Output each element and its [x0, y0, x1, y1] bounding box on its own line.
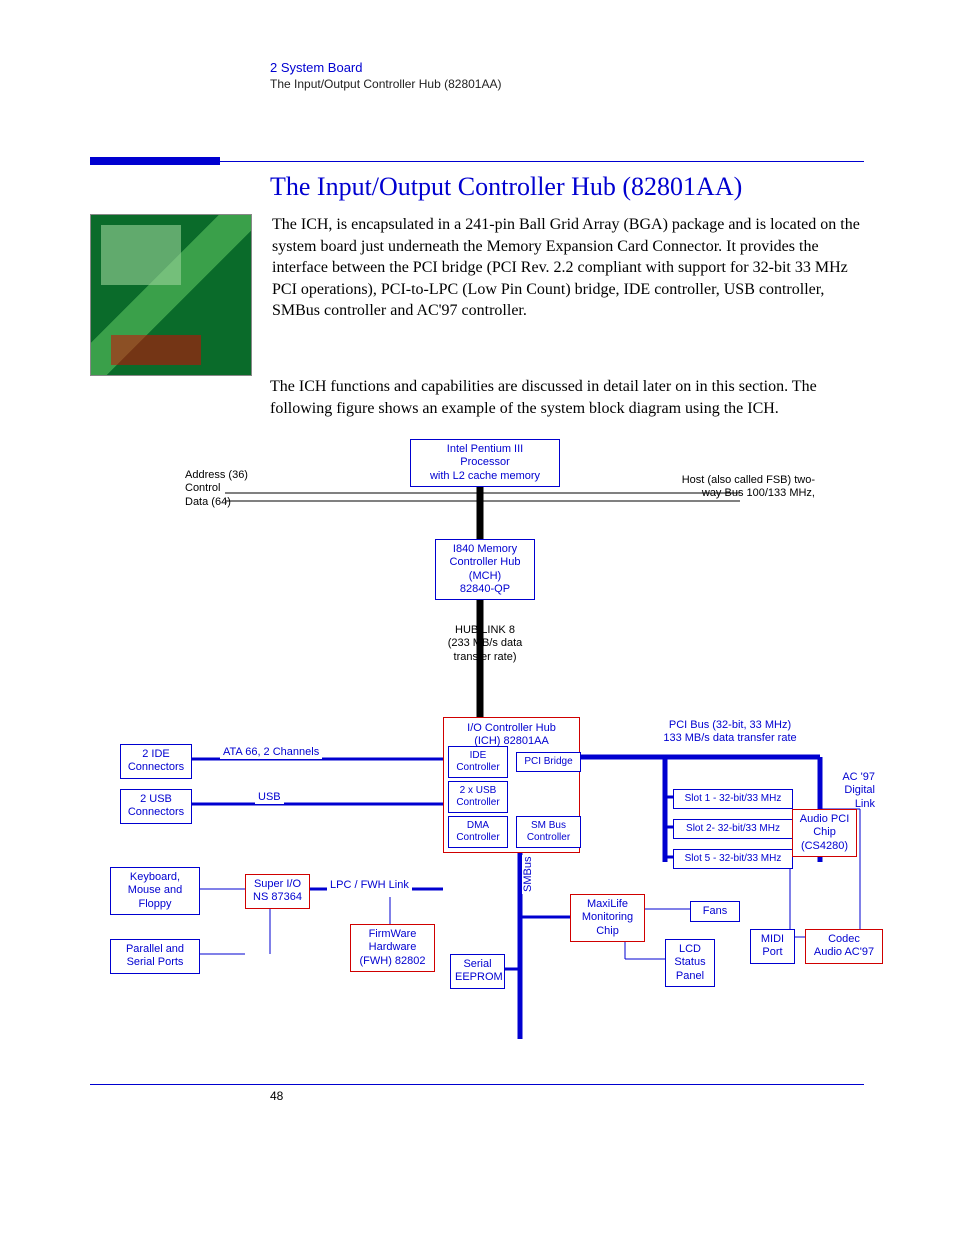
paragraph-1: The ICH, is encapsulated in a 241-pin Ba…	[272, 214, 864, 322]
address-label: Address (36)ControlData (64)	[185, 469, 248, 509]
usb-label: USB	[255, 791, 284, 804]
cpu-box: Intel Pentium IIIProcessorwith L2 cache …	[410, 439, 560, 487]
page-title: The Input/Output Controller Hub (82801AA…	[270, 172, 864, 202]
lpc-label: LPC / FWH Link	[327, 879, 412, 892]
chapter-label: 2 System Board	[270, 60, 864, 75]
midi-box: MIDIPort	[750, 929, 795, 963]
paragraph-2: The ICH functions and capabilities are d…	[270, 376, 864, 419]
superio-box: Super I/ONS 87364	[245, 874, 310, 908]
footer-rule	[90, 1084, 864, 1085]
fans-box: Fans	[690, 901, 740, 922]
page-header: 2 System Board The Input/Output Controll…	[270, 60, 864, 91]
codec-box: CodecAudio AC'97	[805, 929, 883, 963]
audio-pci-box: Audio PCIChip(CS4280)	[792, 809, 857, 857]
lcd-box: LCDStatusPanel	[665, 939, 715, 987]
ata-label: ATA 66, 2 Channels	[220, 746, 322, 759]
usb-connectors-box: 2 USBConnectors	[120, 789, 192, 823]
section-label: The Input/Output Controller Hub (82801AA…	[270, 77, 864, 91]
hublink-label: HUB LINK 8(233 MB/s datatransfer rate)	[435, 624, 535, 664]
ac97-link-label: AC '97DigitalLink	[830, 771, 875, 811]
mch-label: I840 MemoryController Hub(MCH)82840-QP	[450, 543, 521, 595]
board-photo	[90, 214, 252, 376]
ports-box: Parallel andSerial Ports	[110, 939, 200, 973]
pci-bus-label: PCI Bus (32-bit, 33 MHz)133 MB/s data tr…	[645, 719, 815, 745]
ide-controller-box: IDEController	[448, 746, 508, 778]
usb-controller-box: 2 x USBController	[448, 781, 508, 813]
host-bus-label: Host (also called FSB) two-way Bus 100/1…	[645, 474, 815, 500]
slot2-box: Slot 2- 32-bit/33 MHz	[673, 819, 793, 839]
slot5-box: Slot 5 - 32-bit/33 MHz	[673, 849, 793, 869]
title-rule	[90, 161, 864, 162]
slot1-box: Slot 1 - 32-bit/33 MHz	[673, 789, 793, 809]
firmware-box: FirmWareHardware(FWH) 82802	[350, 924, 435, 972]
smbus-label: SMBus	[522, 855, 535, 894]
pci-bridge-box: PCI Bridge	[516, 752, 581, 772]
dma-controller-box: DMAController	[448, 816, 508, 848]
block-diagram: Intel Pentium IIIProcessorwith L2 cache …	[90, 439, 870, 1059]
maxilife-box: MaxiLifeMonitoringChip	[570, 894, 645, 942]
ich-label: I/O Controller Hub(ICH) 82801AA	[444, 722, 579, 748]
smbus-controller-box: SM BusController	[516, 816, 581, 848]
cpu-label: Intel Pentium IIIProcessorwith L2 cache …	[430, 443, 540, 481]
ide-connectors-box: 2 IDEConnectors	[120, 744, 192, 778]
eeprom-box: SerialEEPROM	[450, 954, 505, 988]
page-number: 48	[270, 1089, 864, 1103]
keyboard-box: Keyboard,Mouse andFloppy	[110, 867, 200, 915]
mch-box: I840 MemoryController Hub(MCH)82840-QP	[435, 539, 535, 600]
